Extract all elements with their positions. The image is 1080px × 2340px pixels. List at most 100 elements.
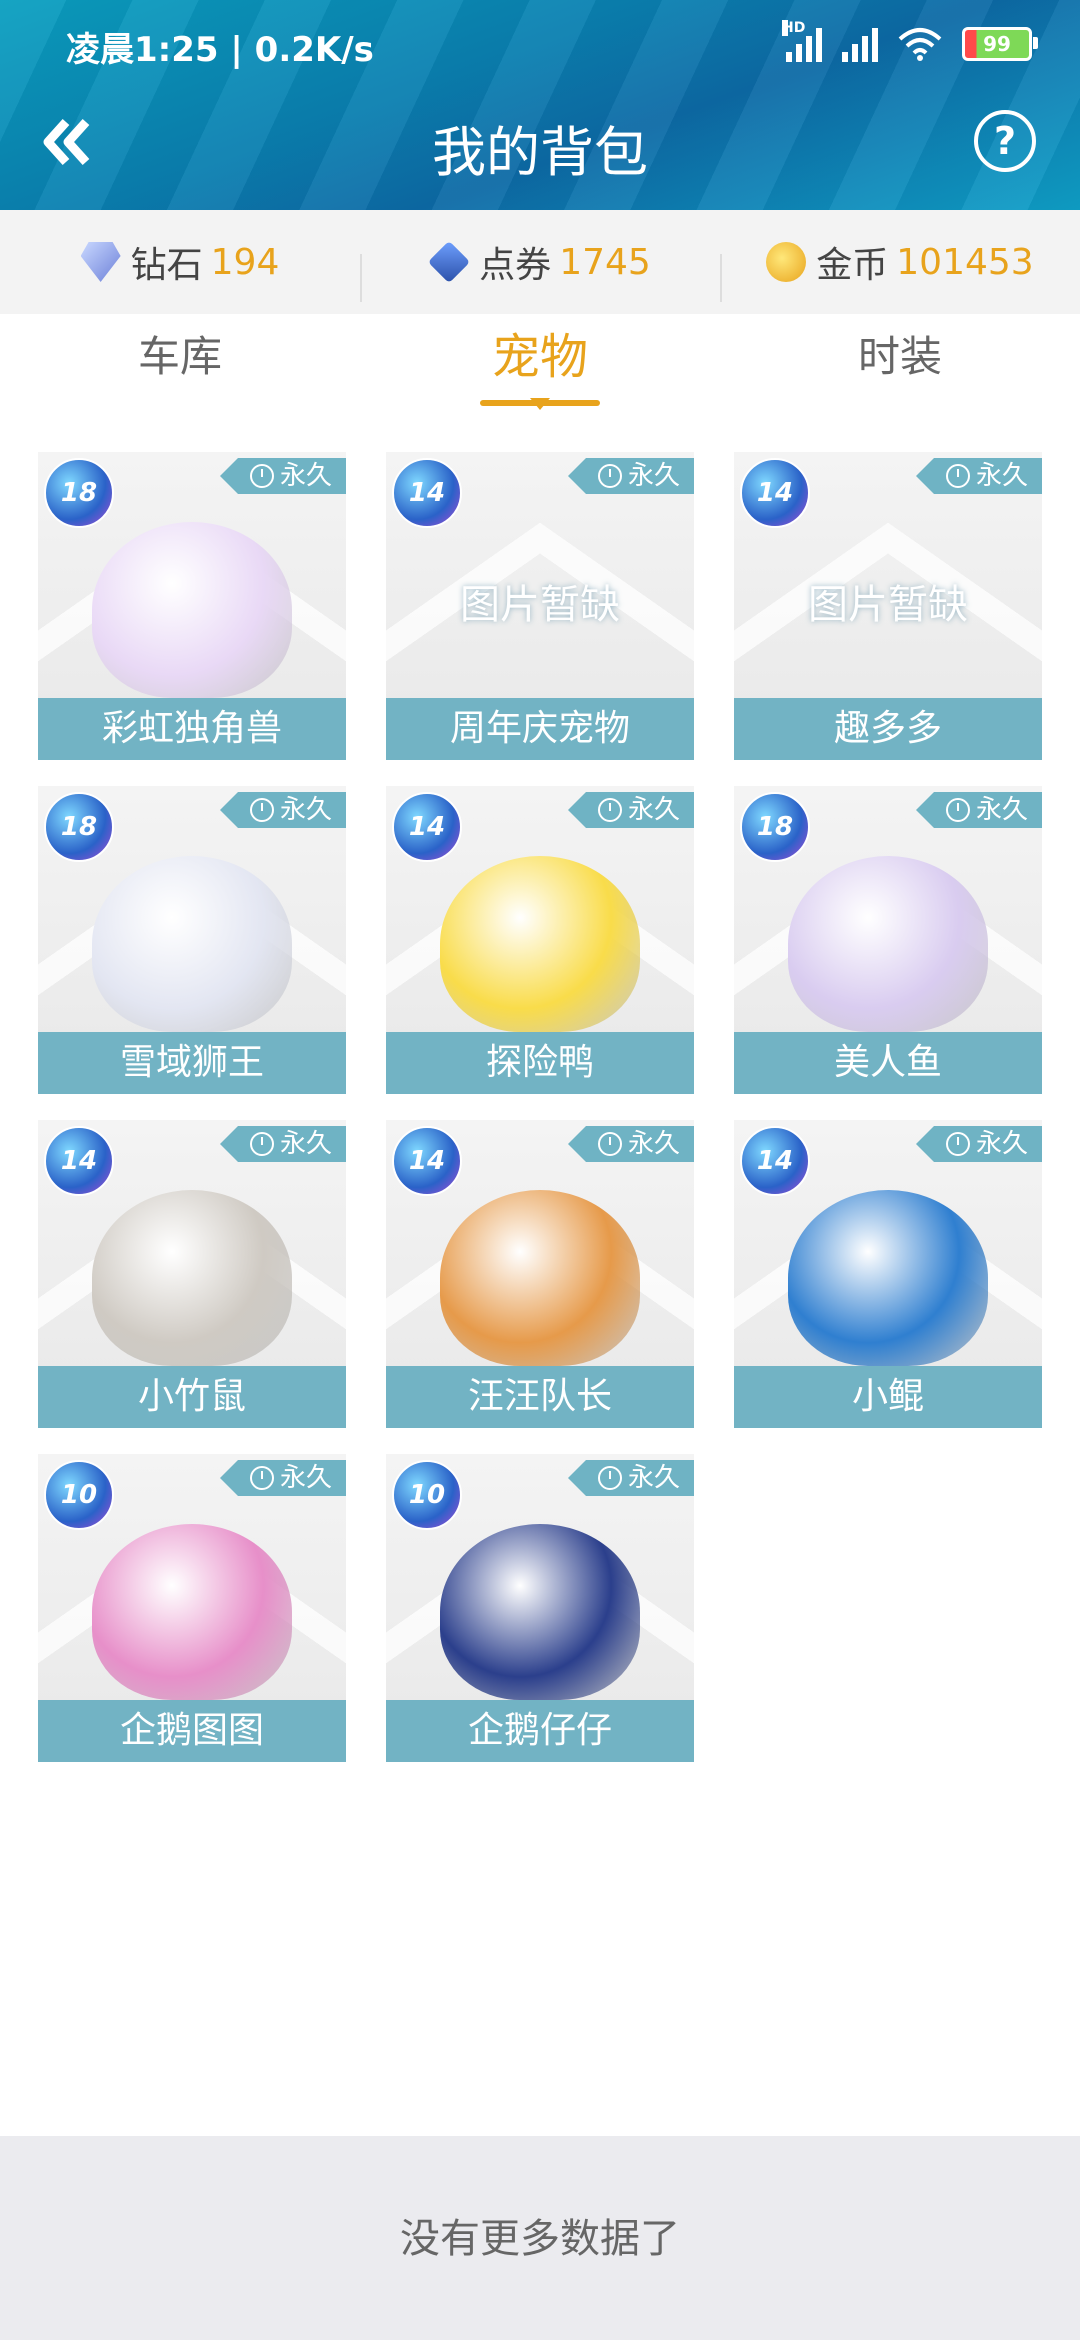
tab-label: 车库 bbox=[137, 332, 222, 381]
level-badge: 14 bbox=[392, 1126, 462, 1196]
permanent-tag-label: 永久 bbox=[975, 461, 1028, 491]
level-badge: 10 bbox=[392, 1460, 462, 1530]
level-badge: 14 bbox=[392, 792, 462, 862]
level-badge: 18 bbox=[740, 792, 810, 862]
currency-label: 金币 bbox=[816, 245, 889, 286]
level-badge: 14 bbox=[44, 1126, 114, 1196]
permanent-tag-label: 永久 bbox=[279, 1129, 332, 1159]
permanent-tag-label: 永久 bbox=[279, 1463, 332, 1493]
permanent-tag-label: 永久 bbox=[279, 461, 332, 491]
pet-image bbox=[92, 856, 292, 1032]
battery-icon: 99 bbox=[962, 27, 1038, 61]
currency-value: 194 bbox=[210, 241, 280, 283]
pet-card[interactable]: 18 永久美人鱼 bbox=[734, 786, 1042, 1094]
permanent-tag-label: 永久 bbox=[975, 795, 1028, 825]
header: 凌晨1:25 | 0.2K/s HD 99 我的背包 ? bbox=[0, 0, 1080, 210]
currency-label: 点券 bbox=[479, 245, 552, 286]
pet-name: 美人鱼 bbox=[734, 1032, 1042, 1094]
permanent-tag: 永久 bbox=[567, 1460, 694, 1496]
status-time: 凌晨1:25 | 0.2K/s bbox=[66, 30, 374, 70]
pet-name: 趣多多 bbox=[734, 698, 1042, 760]
level-badge: 14 bbox=[392, 458, 462, 528]
clock-icon bbox=[945, 464, 970, 488]
pet-image bbox=[788, 1190, 988, 1366]
permanent-tag: 永久 bbox=[915, 1126, 1042, 1162]
currency-value: 101453 bbox=[896, 241, 1034, 283]
currency-coupon: 点券 1745 bbox=[360, 236, 720, 302]
pet-card[interactable]: 10 永久 企鹅图图 bbox=[38, 1454, 346, 1762]
clock-icon bbox=[597, 1132, 622, 1156]
clock-icon bbox=[945, 798, 970, 822]
pet-card[interactable]: 图片暂缺 14 永久趣多多 bbox=[734, 452, 1042, 760]
no-more-data-text: 没有更多数据了 bbox=[400, 2216, 680, 2262]
pet-image bbox=[92, 1190, 292, 1366]
pet-image bbox=[440, 1524, 640, 1700]
tab-fashion[interactable]: 时装 bbox=[720, 314, 1080, 416]
permanent-tag: 永久 bbox=[567, 458, 694, 494]
clock-icon bbox=[597, 1466, 622, 1490]
tab-label: 时装 bbox=[857, 332, 942, 381]
pet-card[interactable]: 14 永久小鲲 bbox=[734, 1120, 1042, 1428]
pet-image bbox=[92, 1524, 292, 1700]
pet-name: 周年庆宠物 bbox=[386, 698, 694, 760]
help-button[interactable]: ? bbox=[974, 110, 1036, 172]
currency-label: 钻石 bbox=[130, 245, 203, 286]
pet-card[interactable]: 10 永久企鹅仔仔 bbox=[386, 1454, 694, 1762]
permanent-tag-label: 永久 bbox=[279, 795, 332, 825]
pet-image bbox=[440, 856, 640, 1032]
pet-card[interactable]: 14 永久探险鸭 bbox=[386, 786, 694, 1094]
tab-pets[interactable]: 宠物 bbox=[360, 314, 720, 416]
pet-name: 彩虹独角兽 bbox=[38, 698, 346, 760]
permanent-tag: 永久 bbox=[567, 792, 694, 828]
pet-grid: 18 永久 彩虹独角兽 图片暂缺 14 永久 周年庆宠物 图片暂缺 14 永久 趣多多 18 永久 雪域狮… bbox=[0, 416, 1080, 2262]
permanent-tag: 永久 bbox=[219, 1126, 346, 1162]
coupon-icon bbox=[427, 240, 471, 284]
diamond-icon bbox=[80, 242, 121, 282]
currency-bar: 钻石 194 点券 1745 金币 101453 bbox=[0, 210, 1080, 314]
permanent-tag-label: 永久 bbox=[627, 461, 680, 491]
clock-icon bbox=[597, 798, 622, 822]
currency-coin: 金币 101453 bbox=[720, 236, 1080, 302]
level-badge: 14 bbox=[740, 1126, 810, 1196]
pet-name: 雪域狮王 bbox=[38, 1032, 346, 1094]
pet-name: 小竹鼠 bbox=[38, 1366, 346, 1428]
tab-bar: 车库 宠物 时装 bbox=[0, 314, 1080, 418]
permanent-tag: 永久 bbox=[219, 458, 346, 494]
pet-card[interactable]: 14 永久小竹鼠 bbox=[38, 1120, 346, 1428]
level-badge: 18 bbox=[44, 458, 114, 528]
permanent-tag: 永久 bbox=[567, 1126, 694, 1162]
pet-name: 企鹅仔仔 bbox=[386, 1700, 694, 1762]
image-unavailable-text: 图片暂缺 bbox=[808, 582, 968, 628]
pet-name: 汪汪队长 bbox=[386, 1366, 694, 1428]
status-icons: HD 99 bbox=[782, 20, 1038, 62]
permanent-tag: 永久 bbox=[219, 1460, 346, 1496]
pet-card[interactable]: 18 永久雪域狮王 bbox=[38, 786, 346, 1094]
clock-icon bbox=[249, 464, 274, 488]
pet-card[interactable]: 14 永久汪汪队长 bbox=[386, 1120, 694, 1428]
page-title: 我的背包 bbox=[432, 121, 648, 184]
clock-icon bbox=[249, 1466, 274, 1490]
signal-icon-2 bbox=[842, 26, 878, 62]
pet-card[interactable]: 18 永久彩虹独角兽 bbox=[38, 452, 346, 760]
pet-card[interactable]: 图片暂缺 14 永久 周年庆宠物 bbox=[386, 452, 694, 760]
permanent-tag: 永久 bbox=[915, 458, 1042, 494]
clock-icon bbox=[249, 798, 274, 822]
tab-label: 宠物 bbox=[491, 329, 588, 385]
permanent-tag: 永久 bbox=[219, 792, 346, 828]
active-tab-indicator bbox=[480, 398, 600, 410]
permanent-tag-label: 永久 bbox=[627, 1463, 680, 1493]
currency-diamond: 钻石 194 bbox=[0, 236, 360, 288]
permanent-tag-label: 永久 bbox=[627, 795, 680, 825]
level-badge: 18 bbox=[44, 792, 114, 862]
question-circle-icon: ? bbox=[993, 119, 1017, 163]
pet-name: 探险鸭 bbox=[386, 1032, 694, 1094]
level-badge: 14 bbox=[740, 458, 810, 528]
permanent-tag-label: 永久 bbox=[627, 1129, 680, 1159]
clock-icon bbox=[597, 464, 622, 488]
signal-icon: HD bbox=[782, 20, 822, 62]
wifi-icon bbox=[898, 28, 942, 61]
tab-garage[interactable]: 车库 bbox=[0, 314, 360, 416]
pet-name: 小鲲 bbox=[734, 1366, 1042, 1428]
clock-icon bbox=[249, 1132, 274, 1156]
pet-image bbox=[788, 856, 988, 1032]
